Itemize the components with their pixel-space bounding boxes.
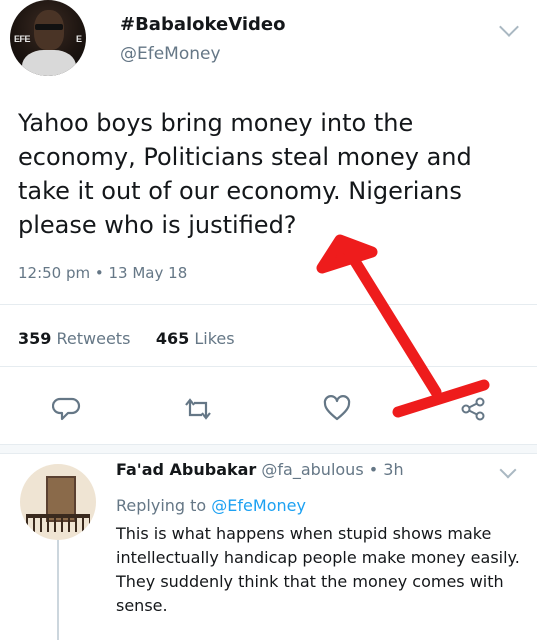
tweet-text: Yahoo boys bring money into the economy,… xyxy=(18,109,472,239)
divider xyxy=(0,304,537,305)
author-display-name[interactable]: #BabalokeVideo xyxy=(120,14,285,35)
retweet-icon[interactable] xyxy=(183,394,213,424)
author-handle[interactable]: @EfeMoney xyxy=(120,44,221,64)
replying-prefix: Replying to xyxy=(116,496,207,515)
reply-author-avatar[interactable] xyxy=(20,464,96,540)
replying-to: Replying to @EfeMoney xyxy=(116,496,306,515)
section-separator xyxy=(0,444,537,454)
divider xyxy=(0,366,537,367)
reply-time: • 3h xyxy=(368,460,404,479)
replying-handle-link[interactable]: @EfeMoney xyxy=(211,496,306,515)
share-icon[interactable] xyxy=(458,394,488,424)
avatar-body xyxy=(22,50,76,76)
reply-author-name[interactable]: Fa'ad Abubakar xyxy=(116,460,256,479)
avatar-face xyxy=(34,10,64,50)
reply-header: Fa'ad Abubakar @fa_abulous • 3h xyxy=(116,460,404,479)
avatar-tag-left: EFE xyxy=(14,34,31,44)
likes-label[interactable]: Likes xyxy=(194,329,234,348)
reply-author-handle[interactable]: @fa_abulous xyxy=(261,460,363,479)
avatar-balustrade xyxy=(26,518,90,532)
avatar-tag-right: E xyxy=(75,34,82,44)
retweets-label[interactable]: Retweets xyxy=(57,329,131,348)
author-avatar[interactable]: EFE E xyxy=(10,0,86,76)
tweet-timestamp[interactable]: 12:50 pm • 13 May 18 xyxy=(18,264,187,282)
chevron-down-icon[interactable] xyxy=(499,461,517,479)
tweet-stats: 359 Retweets 465 Likes xyxy=(18,329,235,348)
like-icon[interactable] xyxy=(322,394,352,424)
thread-line xyxy=(57,540,59,640)
reply-text: This is what happens when stupid shows m… xyxy=(116,524,520,615)
retweets-count[interactable]: 359 xyxy=(18,329,51,348)
avatar-glasses xyxy=(35,24,63,30)
reply-icon[interactable] xyxy=(52,394,82,424)
likes-count[interactable]: 465 xyxy=(156,329,189,348)
chevron-down-icon[interactable] xyxy=(499,17,519,37)
